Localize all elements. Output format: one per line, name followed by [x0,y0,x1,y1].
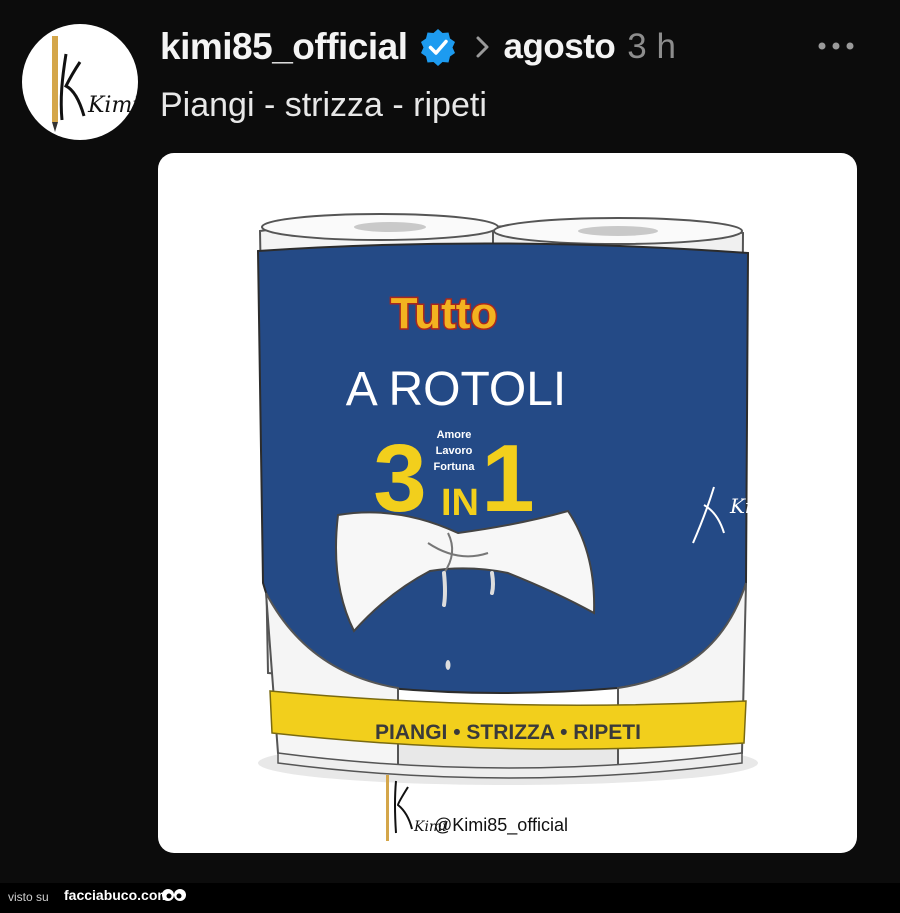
avatar-text: Kimi [87,93,138,118]
brand-logo: Tutto [391,289,498,338]
small-line-3: Fortuna [434,461,476,473]
watermark-bar: visto su facciabuco.com [0,883,900,913]
big-one: 1 [481,425,534,532]
kimi-logo-icon: Kimi [52,36,138,132]
avatar[interactable]: Kimi [22,24,138,140]
package-title: A ROTOLI [346,363,567,416]
small-line-2: Lavoro [436,445,473,457]
username[interactable]: kimi85_official [160,26,408,68]
credit-handle: @Kimi85_official [434,815,568,836]
band-text: PIANGI • STRIZZA • RIPETI [375,721,641,744]
package-signature: Kimi [729,494,777,518]
post-image[interactable]: PIANGI • STRIZZA • RIPETI Tutto A ROTOLI… [158,153,857,853]
more-options-icon[interactable] [816,38,856,54]
small-line-1: Amore [437,429,472,441]
post-time: 3 h [627,27,676,66]
watermark-label: visto su [8,890,49,904]
in-text: IN [441,482,479,524]
watermark-site[interactable]: facciabuco.com [64,887,170,903]
post-caption: Piangi - strizza - ripeti [160,86,487,124]
eyes-logo-icon [162,889,186,901]
paper-towel-illustration: PIANGI • STRIZZA • RIPETI Tutto A ROTOLI… [256,213,777,841]
post-header: kimi85_official agosto 3 h [160,22,676,72]
verified-badge-icon [420,29,455,66]
chevron-right-icon [476,36,489,58]
group-name[interactable]: agosto [504,27,616,67]
